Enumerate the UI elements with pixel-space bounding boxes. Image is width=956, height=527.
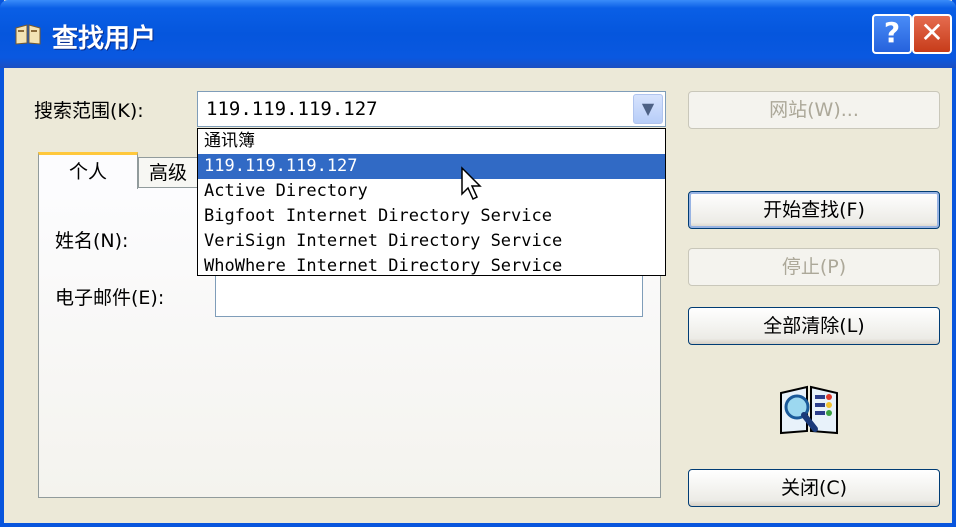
email-label: 电子邮件(E):	[55, 287, 165, 309]
dropdown-option[interactable]: Active Directory	[198, 179, 665, 204]
close-window-button[interactable]: ✕	[912, 14, 952, 54]
search-scope-label: 搜索范围(K):	[34, 100, 144, 122]
title-bar: 查找用户 ? ✕	[0, 0, 956, 68]
clear-all-button[interactable]: 全部清除(L)	[688, 307, 940, 345]
close-icon: ✕	[920, 16, 944, 49]
dropdown-option[interactable]: 通讯簿	[198, 129, 665, 154]
tab-advanced[interactable]: 高级	[138, 157, 198, 188]
dropdown-option[interactable]: VeriSign Internet Directory Service	[198, 229, 665, 254]
dropdown-option-selected[interactable]: 119.119.119.127	[198, 154, 665, 179]
find-people-window: 查找用户 ? ✕ 搜索范围(K): 119.119.119.127 ▼ 通讯簿 …	[0, 0, 956, 527]
mouse-cursor-icon	[461, 166, 482, 201]
dropdown-arrow-button[interactable]: ▼	[633, 94, 663, 124]
help-button[interactable]: ?	[872, 14, 912, 54]
stop-button[interactable]: 停止(P)	[688, 248, 940, 286]
name-label: 姓名(N):	[55, 230, 129, 252]
email-field[interactable]	[215, 275, 643, 317]
search-scope-combobox[interactable]: 119.119.119.127 ▼	[197, 91, 666, 127]
find-now-button[interactable]: 开始查找(F)	[688, 191, 940, 229]
dropdown-option[interactable]: Bigfoot Internet Directory Service	[198, 204, 665, 229]
address-book-search-icon	[780, 385, 838, 435]
search-scope-value: 119.119.119.127	[206, 98, 378, 120]
address-book-icon	[15, 24, 41, 45]
help-icon: ?	[883, 16, 901, 49]
tab-personal[interactable]: 个人	[38, 152, 138, 189]
window-title: 查找用户	[52, 24, 157, 54]
close-button[interactable]: 关闭(C)	[688, 469, 940, 507]
chevron-down-icon: ▼	[641, 99, 655, 118]
dropdown-option[interactable]: WhoWhere Internet Directory Service	[198, 254, 665, 279]
website-button[interactable]: 网站(W)...	[688, 91, 940, 129]
search-scope-dropdown-list: 通讯簿 119.119.119.127 Active Directory Big…	[197, 128, 666, 276]
